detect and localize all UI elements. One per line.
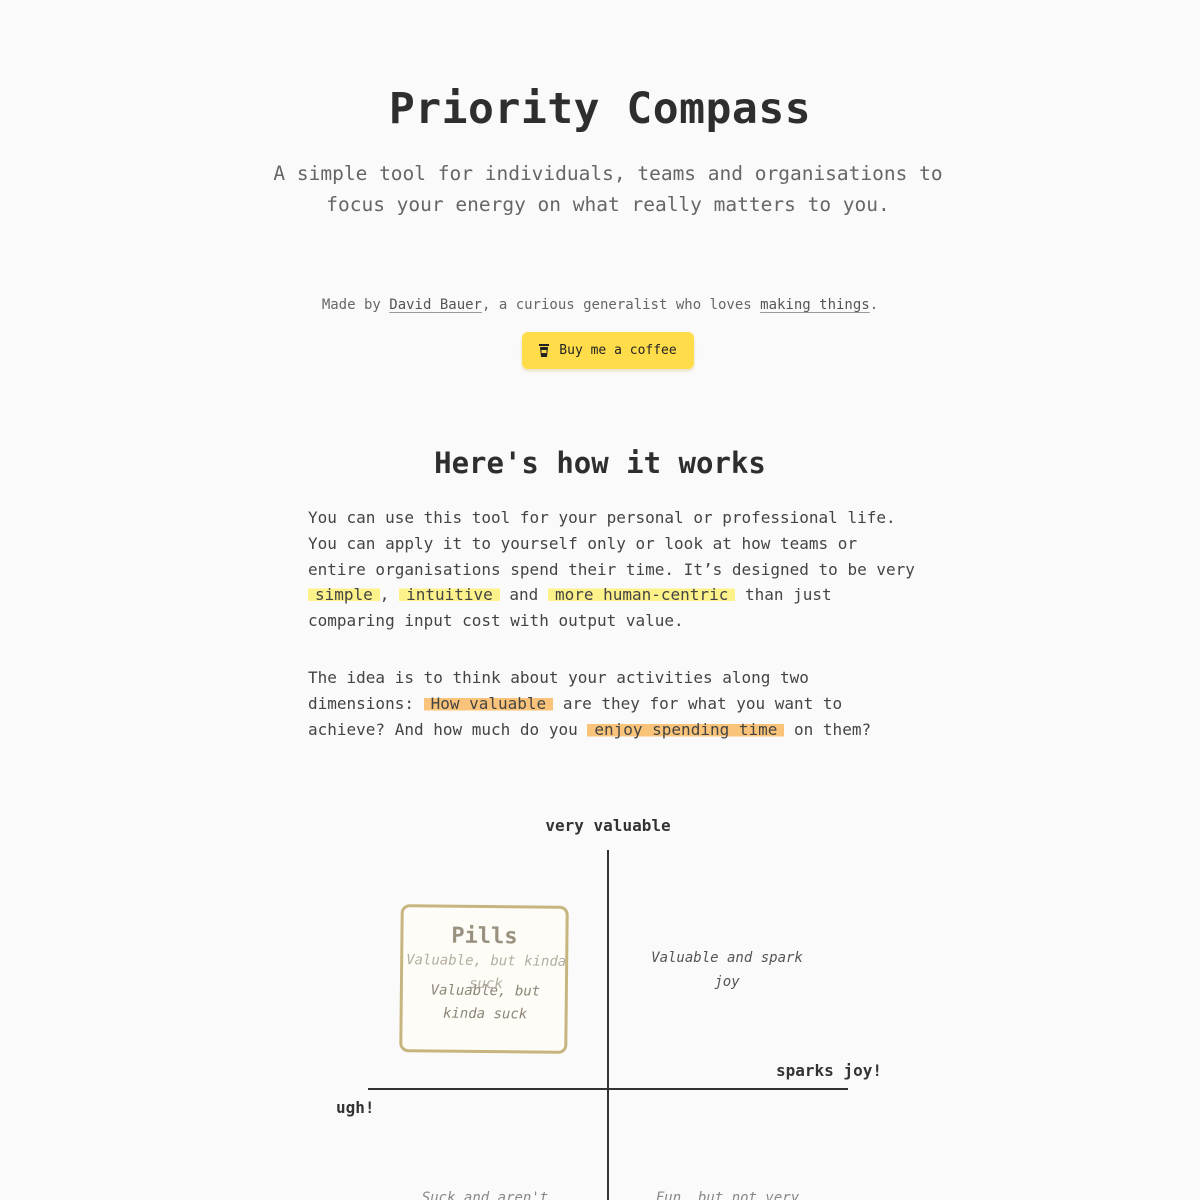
p1-text-a: You can use this tool for your personal … <box>308 508 915 579</box>
page: Priority Compass A simple tool for indiv… <box>0 0 1200 1200</box>
section-title: Here's how it works <box>434 446 766 480</box>
highlight-simple: simple <box>308 585 380 605</box>
vertical-axis <box>607 850 609 1200</box>
buy-coffee-button[interactable]: Buy me a coffee <box>522 332 694 369</box>
highlight-how-valuable: How valuable <box>423 693 554 713</box>
page-title: Priority Compass <box>388 84 812 134</box>
credits-line: Made by David Bauer, a curious generalis… <box>0 297 1200 313</box>
making-things-link[interactable]: making things <box>760 297 870 313</box>
activity-card-pills[interactable]: Pills Valuable, but kinda suck Valuable,… <box>399 904 569 1054</box>
credits-middle: , a curious generalist who loves <box>481 297 761 313</box>
card-quadrant-note: Valuable, but kinda suck <box>430 982 541 1023</box>
quadrant-label-bottom-right: Fun, but not very <box>655 1190 800 1200</box>
axis-label-sparks-joy: sparks joy! <box>776 1061 882 1080</box>
highlight-intuitive: intuitive <box>399 585 500 605</box>
p2-text-c: on them? <box>784 719 872 739</box>
horizontal-axis <box>368 1088 848 1090</box>
axis-label-ugh: ugh! <box>336 1098 375 1117</box>
highlight-enjoy-spending-time: enjoy spending time <box>587 719 785 739</box>
author-link[interactable]: David Bauer <box>389 297 482 313</box>
p1-text-b: , <box>379 585 400 605</box>
highlight-human-centric: more human-centric <box>547 585 736 605</box>
credits-suffix: . <box>869 297 879 313</box>
page-subtitle: A simple tool for individuals, teams and… <box>273 162 943 216</box>
p1-text-c: and <box>499 585 548 605</box>
intro-paragraph: You can use this tool for your personal … <box>308 505 918 634</box>
credits-prefix: Made by <box>321 297 390 313</box>
idea-paragraph: The idea is to think about your activiti… <box>308 665 918 742</box>
quadrant-label-bottom-left: Suck and aren't <box>421 1190 549 1200</box>
buy-coffee-label: Buy me a coffee <box>559 343 677 358</box>
axis-label-very-valuable: very valuable <box>545 816 671 835</box>
quadrant-label-top-right: Valuable and spark joy <box>651 950 803 990</box>
card-title: Pills <box>451 923 518 950</box>
coffee-cup-icon <box>539 344 550 357</box>
